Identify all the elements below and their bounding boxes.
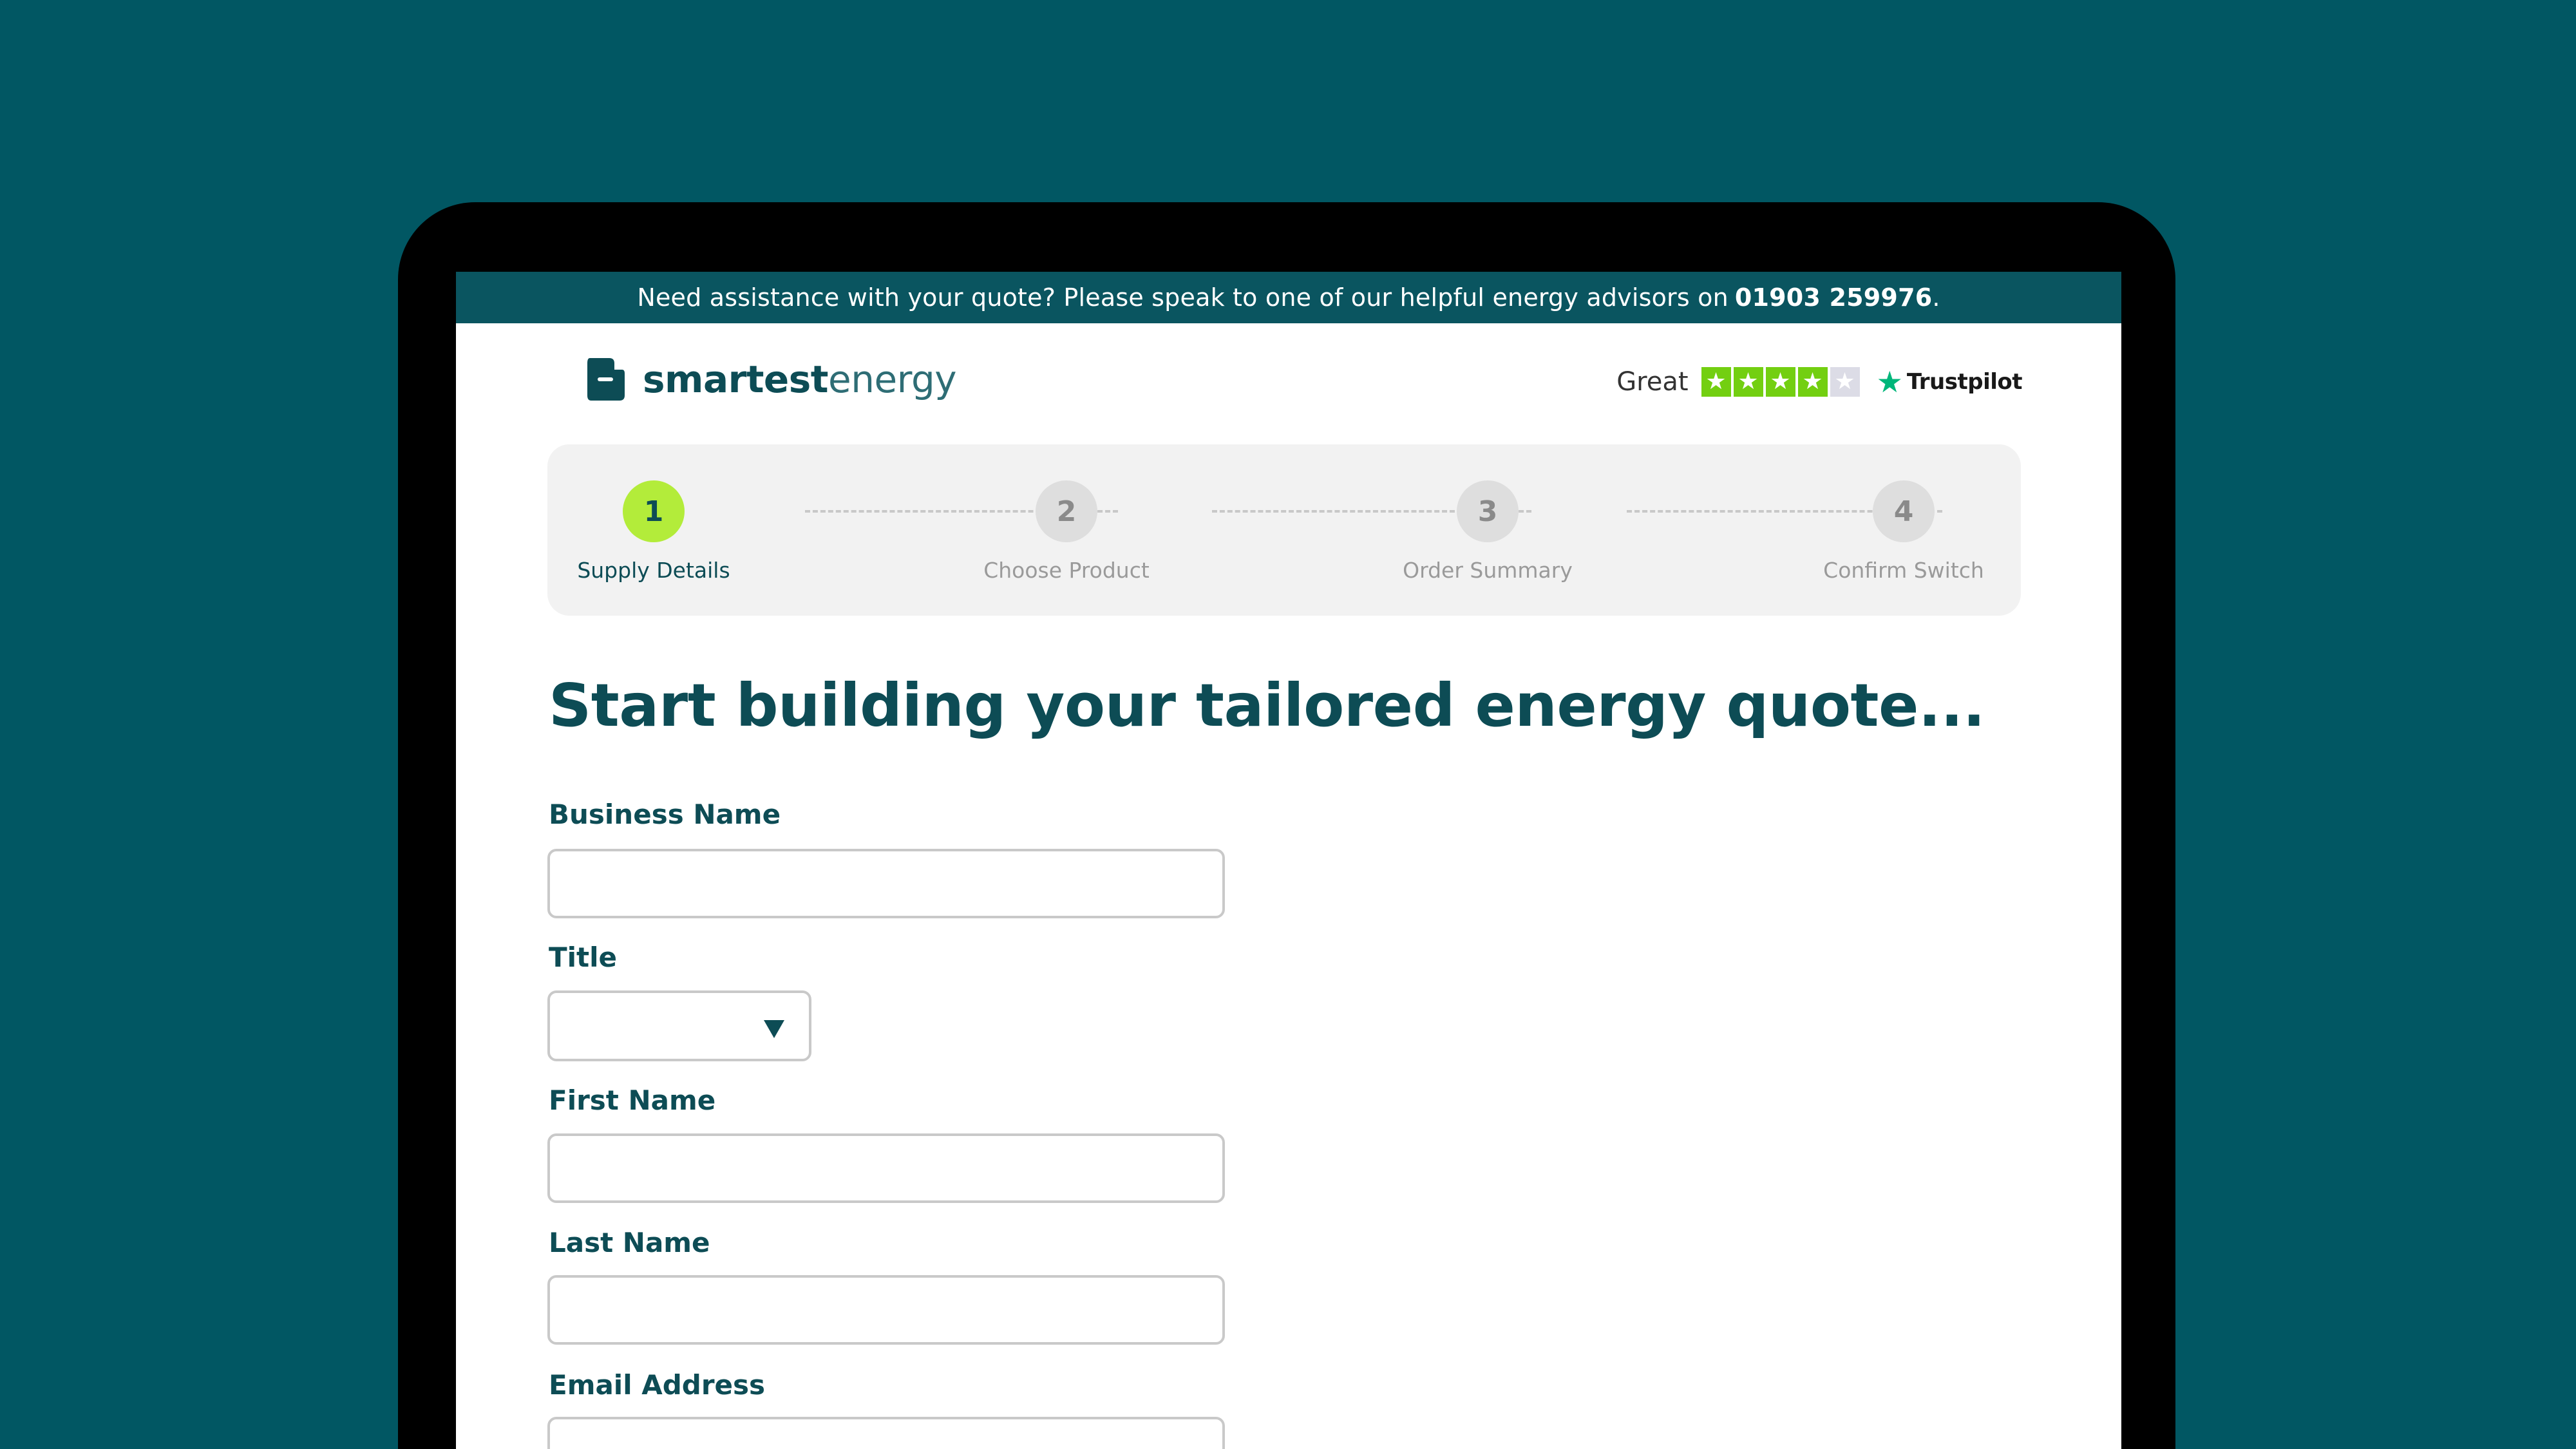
last-name-label: Last Name — [549, 1227, 710, 1258]
business-name-label: Business Name — [549, 799, 781, 830]
step-3: 3 Order Summary — [1391, 480, 1584, 583]
rating-word: Great — [1616, 367, 1689, 397]
title-label: Title — [549, 942, 618, 973]
step-number: 3 — [1457, 480, 1519, 542]
banner-end: . — [1932, 283, 1940, 312]
star-empty-icon: ★ — [1830, 367, 1860, 397]
brand-logo[interactable]: smartestenergy — [585, 355, 957, 403]
trustpilot-star-icon: ★ — [1876, 365, 1903, 399]
banner-phone[interactable]: 01903 259976 — [1735, 283, 1932, 312]
star-filled-icon: ★ — [1765, 367, 1795, 397]
email-address-label: Email Address — [549, 1369, 766, 1401]
star-filled-icon: ★ — [1797, 367, 1828, 397]
step-label: Order Summary — [1403, 558, 1573, 583]
banner-text: Need assistance with your quote? Please … — [637, 283, 1728, 312]
step-number: 1 — [623, 480, 685, 542]
title-select[interactable] — [547, 990, 811, 1061]
site-header: smartestenergy Great ★ ★ ★ ★ ★ ★ Trustpilot — [456, 323, 2121, 446]
trustpilot-rating[interactable]: Great ★ ★ ★ ★ ★ ★ Trustpilot — [1616, 365, 2022, 399]
step-1: 1 Supply Details — [557, 480, 750, 583]
brand-wordmark: smartestenergy — [643, 357, 957, 401]
rating-stars: ★ ★ ★ ★ ★ — [1701, 367, 1862, 397]
first-name-label: First Name — [549, 1084, 716, 1116]
trustpilot-wordmark: Trustpilot — [1906, 369, 2023, 395]
screen: Need assistance with your quote? Please … — [456, 272, 2121, 1449]
email-address-input[interactable] — [547, 1417, 1225, 1449]
step-label: Choose Product — [983, 558, 1150, 583]
step-label: Confirm Switch — [1823, 558, 1984, 583]
assistance-banner: Need assistance with your quote? Please … — [456, 272, 2121, 323]
step-2: 2 Choose Product — [970, 480, 1163, 583]
first-name-input[interactable] — [547, 1133, 1225, 1203]
smartestenergy-logo-icon — [587, 358, 625, 401]
step-number: 2 — [1036, 480, 1097, 542]
last-name-input[interactable] — [547, 1275, 1225, 1345]
step-4: 4 Confirm Switch — [1807, 480, 2000, 583]
chevron-down-icon — [764, 1020, 784, 1038]
trustpilot-logo: ★ Trustpilot — [1876, 365, 2023, 399]
brand-name-bold: smartest — [643, 357, 829, 401]
star-filled-icon: ★ — [1733, 367, 1763, 397]
brand-name-light: energy — [828, 357, 957, 401]
step-number: 4 — [1873, 480, 1935, 542]
page-title: Start building your tailored energy quot… — [549, 671, 1985, 740]
progress-stepper: 1 Supply Details 2 Choose Product 3 Order Sum… — [547, 444, 2021, 616]
star-filled-icon: ★ — [1701, 367, 1731, 397]
step-label: Supply Details — [577, 558, 730, 583]
business-name-input[interactable] — [547, 849, 1225, 918]
